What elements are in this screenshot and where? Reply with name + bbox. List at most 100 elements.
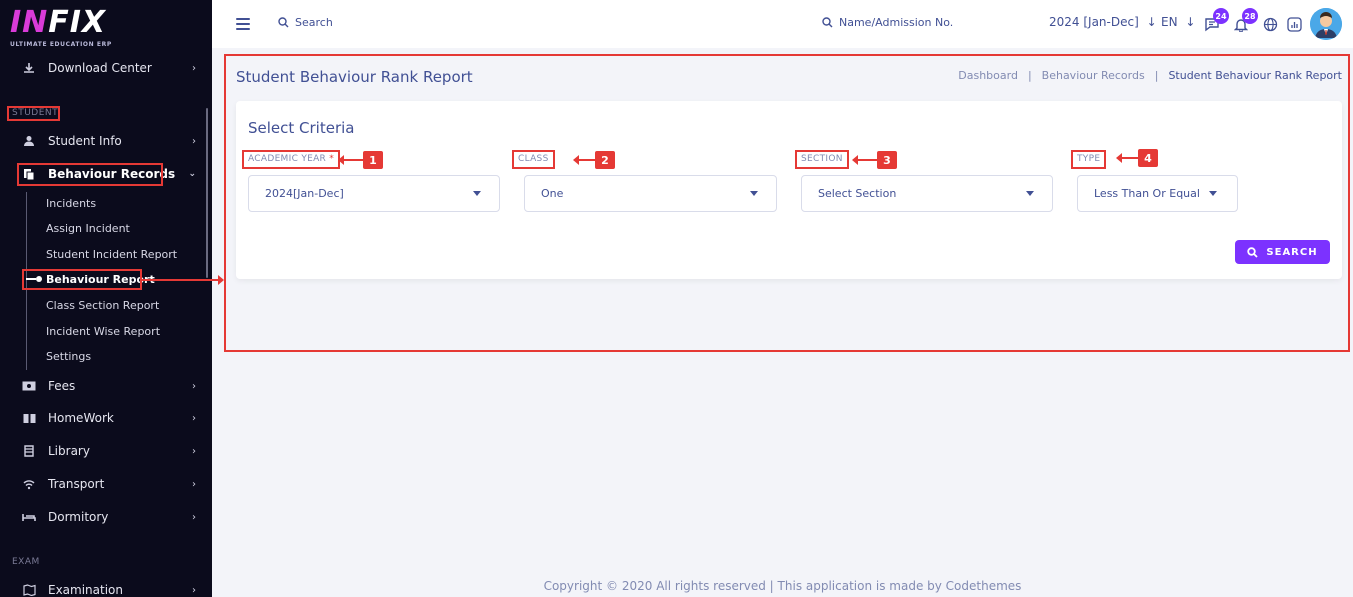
map-icon	[22, 583, 36, 597]
chevron-right-icon: ›	[192, 62, 196, 74]
caret-down-icon	[1026, 191, 1034, 196]
academic-year-value: 2024[Jan-Dec]	[265, 187, 344, 200]
sidebar-item-label: Student Info	[48, 134, 122, 148]
name-search-label: Name/Admission No.	[839, 16, 954, 29]
class-select[interactable]: One	[524, 175, 777, 212]
sidebar-item-homework[interactable]: HomeWork ›	[0, 406, 212, 430]
section-label: SECTION	[795, 150, 849, 169]
language-selector[interactable]: EN ↓	[1161, 15, 1195, 29]
breadcrumb-separator: |	[1027, 69, 1032, 82]
chevron-right-icon: ›	[192, 511, 196, 523]
logo-letter-n: N	[22, 5, 49, 40]
chevron-right-icon: ›	[192, 412, 196, 424]
notifications-icon[interactable]: 28	[1232, 8, 1258, 33]
sidebar-item-label: Examination	[48, 583, 124, 597]
messages-badge: 24	[1213, 8, 1229, 24]
submenu-item-student-incident-report[interactable]: Student Incident Report	[46, 248, 177, 261]
language-label: EN	[1161, 15, 1178, 29]
type-select[interactable]: Less Than Or Equal	[1077, 175, 1238, 212]
type-label: TYPE	[1071, 150, 1107, 169]
sidebar-item-dormitory[interactable]: Dormitory ›	[0, 505, 212, 529]
sidebar-item-label: Fees	[48, 379, 76, 393]
sidebar-item-label: Dormitory	[48, 510, 109, 524]
header-search[interactable]: Search	[278, 16, 333, 29]
breadcrumb: Dashboard | Behaviour Records | Student …	[958, 69, 1342, 82]
library-icon	[22, 444, 36, 458]
download-icon	[22, 61, 36, 75]
money-icon	[22, 379, 36, 393]
messages-icon[interactable]: 24	[1203, 8, 1229, 33]
sidebar-item-library[interactable]: Library ›	[0, 439, 212, 463]
criteria-card: Select Criteria ACADEMIC YEAR * 1 2024[J…	[236, 101, 1342, 279]
chevron-right-icon: ›	[192, 445, 196, 457]
logo-letter-i: I	[10, 5, 23, 40]
breadcrumb-separator: |	[1154, 69, 1159, 82]
footer-copyright: Copyright © 2020 All rights reserved | T…	[543, 579, 1022, 593]
callout-arrow-2	[573, 155, 595, 165]
breadcrumb-behaviour-records[interactable]: Behaviour Records	[1042, 69, 1145, 82]
analytics-icon[interactable]	[1285, 15, 1303, 33]
name-admission-search[interactable]: Name/Admission No.	[822, 16, 953, 29]
sidebar-item-transport[interactable]: Transport ›	[0, 472, 212, 496]
callout-badge-1: 1	[363, 151, 383, 169]
sidebar-item-label: Transport	[48, 477, 105, 491]
highlight-behaviour-records	[17, 163, 163, 186]
highlight-behaviour-report	[22, 269, 142, 290]
sidebar-item-download-center[interactable]: Download Center ›	[0, 56, 212, 80]
breadcrumb-current: Student Behaviour Rank Report	[1168, 69, 1342, 82]
logo[interactable]: INFIX ULTIMATE EDUCATION ERP	[10, 5, 112, 49]
arrow-down-icon: ↓	[1146, 15, 1157, 29]
wifi-icon	[22, 477, 36, 491]
breadcrumb-dashboard[interactable]: Dashboard	[958, 69, 1018, 82]
globe-icon[interactable]	[1261, 15, 1279, 33]
menu-toggle-icon[interactable]	[236, 18, 250, 33]
logo-tagline: ULTIMATE EDUCATION ERP	[10, 41, 112, 48]
academic-year-select[interactable]: 2024[Jan-Dec]	[248, 175, 500, 212]
sidebar-item-label: Library	[48, 444, 90, 458]
sidebar-item-fees[interactable]: Fees ›	[0, 374, 212, 398]
highlight-student	[7, 106, 60, 121]
sidebar: INFIX ULTIMATE EDUCATION ERP Download Ce…	[0, 0, 212, 597]
logo-letters-fix: FIX	[48, 5, 107, 40]
submenu-item-assign-incident[interactable]: Assign Incident	[46, 222, 130, 235]
caret-down-icon	[750, 191, 758, 196]
submenu-item-incident-wise-report[interactable]: Incident Wise Report	[46, 325, 160, 338]
chevron-right-icon: ›	[192, 135, 196, 147]
section-select[interactable]: Select Section	[801, 175, 1053, 212]
submenu-item-incidents[interactable]: Incidents	[46, 197, 96, 210]
chevron-down-icon: ⌄	[188, 169, 196, 179]
callout-arrow-4	[1116, 153, 1138, 163]
caret-down-icon	[1209, 191, 1217, 196]
search-button-label: SEARCH	[1266, 246, 1318, 258]
year-label: 2024 [Jan-Dec]	[1049, 15, 1139, 29]
chevron-right-icon: ›	[192, 584, 196, 596]
header-search-label: Search	[295, 16, 333, 29]
type-value: Less Than Or Equal	[1094, 187, 1200, 200]
section-label-exam: EXAM	[12, 557, 40, 567]
submenu-item-settings[interactable]: Settings	[46, 350, 91, 363]
class-value: One	[541, 187, 564, 200]
search-button[interactable]: SEARCH	[1235, 240, 1330, 264]
submenu-item-class-section-report[interactable]: Class Section Report	[46, 299, 159, 312]
user-avatar[interactable]	[1310, 8, 1342, 40]
sidebar-item-examination[interactable]: Examination ›	[0, 578, 212, 597]
top-header: Search Name/Admission No. 2024 [Jan-Dec]…	[212, 0, 1353, 48]
sidebar-item-student-info[interactable]: Student Info ›	[0, 129, 212, 153]
bed-icon	[22, 510, 36, 524]
callout-arrow-3	[852, 155, 877, 165]
section-value: Select Section	[818, 187, 897, 200]
sidebar-item-label: HomeWork	[48, 411, 114, 425]
page-title: Student Behaviour Rank Report	[236, 68, 473, 86]
callout-arrow-1	[338, 155, 363, 165]
required-marker: *	[329, 154, 335, 164]
annotation-arrow-behaviour-report	[142, 275, 224, 285]
caret-down-icon	[473, 191, 481, 196]
search-icon	[1247, 246, 1259, 258]
arrow-down-icon: ↓	[1185, 15, 1196, 29]
sidebar-item-label: Download Center	[48, 61, 152, 75]
user-icon	[22, 134, 36, 148]
callout-badge-3: 3	[877, 151, 897, 169]
academic-year-selector[interactable]: 2024 [Jan-Dec] ↓	[1049, 15, 1157, 29]
notifications-badge: 28	[1242, 8, 1258, 24]
sidebar-scrollbar[interactable]	[206, 108, 208, 278]
